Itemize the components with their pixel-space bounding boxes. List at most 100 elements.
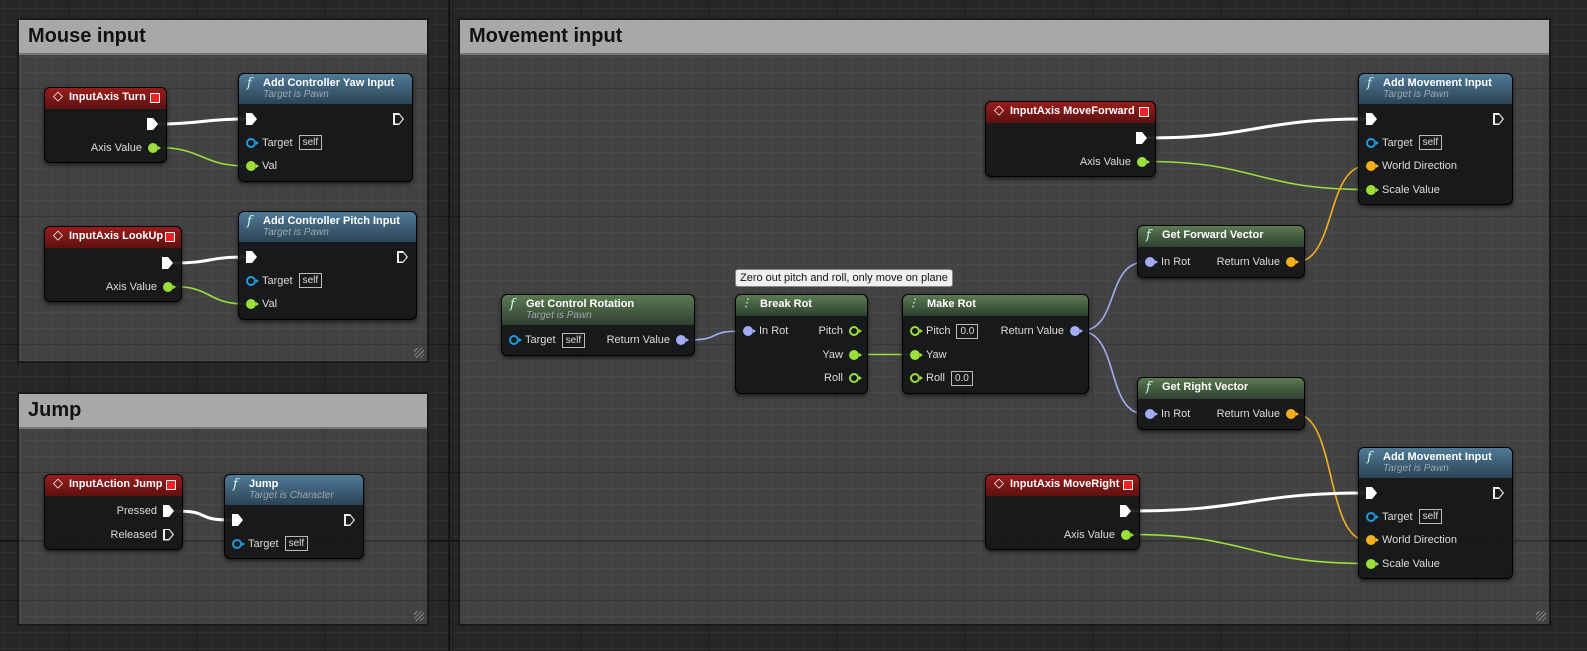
pin-target[interactable]: Target self xyxy=(246,135,323,151)
node-header[interactable]: ◇ InputAxis MoveForward xyxy=(986,102,1155,123)
exec-pin-icon[interactable] xyxy=(163,528,174,541)
resize-grip-icon[interactable] xyxy=(414,348,424,358)
float-pin-icon[interactable] xyxy=(1366,184,1379,195)
pin-exec[interactable] xyxy=(1136,130,1147,146)
pin-exec[interactable] xyxy=(1493,111,1504,127)
pin-exec[interactable] xyxy=(1493,485,1504,501)
pin-default-value[interactable]: self xyxy=(284,536,309,551)
pin-world-direction[interactable]: World Direction xyxy=(1366,532,1457,548)
rot-pin-icon[interactable] xyxy=(743,326,756,336)
node-header[interactable]: f Add Movement Input Target is Pawn xyxy=(1359,448,1512,478)
rot-pin-icon[interactable] xyxy=(676,335,689,345)
exec-pin-icon[interactable] xyxy=(232,514,243,526)
pin-exec[interactable] xyxy=(147,116,158,132)
exec-pin-icon[interactable] xyxy=(1120,505,1131,517)
exec-pin-icon[interactable] xyxy=(246,113,257,125)
pin-default-value[interactable]: 0.0 xyxy=(956,323,979,339)
pin-axis-value[interactable]: Axis Value xyxy=(1080,154,1150,170)
float-pin-icon[interactable] xyxy=(246,299,259,309)
pin-exec[interactable] xyxy=(1366,485,1377,501)
rot-pin-icon[interactable] xyxy=(1145,257,1158,267)
exec-pin-icon[interactable] xyxy=(393,113,404,125)
node-mr[interactable]: ◇ InputAxis MoveRight Axis Value xyxy=(985,474,1140,550)
comment-title[interactable]: Movement input xyxy=(460,20,1549,55)
pin-exec[interactable] xyxy=(162,255,173,271)
pin-pressed[interactable]: Pressed xyxy=(117,503,174,519)
vec-pin-icon[interactable] xyxy=(1366,161,1379,171)
float-pin-icon[interactable] xyxy=(910,326,923,336)
pin-return-value[interactable]: Return Value xyxy=(1001,323,1083,339)
exec-pin-icon[interactable] xyxy=(344,514,355,526)
vec-pin-icon[interactable] xyxy=(1286,257,1299,267)
pin-roll[interactable]: Roll 0.0 xyxy=(910,370,973,386)
pin-in-rot[interactable]: In Rot xyxy=(743,323,788,339)
exec-pin-icon[interactable] xyxy=(162,257,173,269)
float-pin-icon[interactable] xyxy=(246,161,259,171)
float-pin-icon[interactable] xyxy=(163,281,176,292)
float-pin-icon[interactable] xyxy=(1137,156,1150,167)
float-pin-icon[interactable] xyxy=(910,373,923,383)
pin-target[interactable]: Target self xyxy=(1366,135,1443,151)
vec-pin-icon[interactable] xyxy=(1286,409,1299,419)
pin-target[interactable]: Target self xyxy=(509,332,586,348)
pin-in-rot[interactable]: In Rot xyxy=(1145,254,1190,270)
pin-default-value[interactable]: self xyxy=(1418,509,1443,524)
pin-exec[interactable] xyxy=(246,111,257,127)
pin-in-rot[interactable]: In Rot xyxy=(1145,406,1190,422)
exec-pin-icon[interactable] xyxy=(246,251,257,263)
pin-exec[interactable] xyxy=(1120,503,1131,519)
float-pin-icon[interactable] xyxy=(849,349,862,360)
obj-pin-icon[interactable] xyxy=(1366,511,1379,522)
node-jumpfn[interactable]: f Jump Target is Character Target self xyxy=(224,474,364,559)
exec-pin-icon[interactable] xyxy=(1366,487,1377,499)
float-pin-icon[interactable] xyxy=(1366,558,1379,569)
comment-title[interactable]: Jump xyxy=(19,394,427,429)
pin-default-value[interactable]: self xyxy=(298,273,323,288)
pin-axis-value[interactable]: Axis Value xyxy=(91,140,161,156)
node-header[interactable]: ⫶ Make Rot xyxy=(903,295,1088,316)
rot-pin-icon[interactable] xyxy=(1070,326,1083,336)
pin-default-value[interactable]: self xyxy=(1418,135,1443,150)
comment-title[interactable]: Mouse input xyxy=(19,20,427,55)
pin-exec[interactable] xyxy=(246,249,257,265)
pin-default-value[interactable]: 0.0 xyxy=(950,370,973,386)
node-header[interactable]: f Jump Target is Character xyxy=(225,475,363,505)
vec-pin-icon[interactable] xyxy=(1366,535,1379,545)
node-mf[interactable]: ◇ InputAxis MoveForward Axis Value xyxy=(985,101,1156,177)
node-brk[interactable]: ⫶ Break Rot In Rot Pitch Yaw Roll xyxy=(735,294,868,394)
pin-target[interactable]: Target self xyxy=(246,273,323,289)
node-jumpin[interactable]: ◇ InputAction Jump Pressed Released xyxy=(44,474,183,550)
pin-yaw[interactable]: Yaw xyxy=(910,347,947,363)
node-gcr[interactable]: f Get Control Rotation Target is Pawn Targe… xyxy=(501,294,695,356)
pin-return-value[interactable]: Return Value xyxy=(607,332,689,348)
node-header[interactable]: f Add Controller Pitch Input Target is Paw… xyxy=(239,212,416,242)
node-pitch[interactable]: f Add Controller Pitch Input Target is Paw… xyxy=(238,211,417,320)
exec-pin-icon[interactable] xyxy=(1493,113,1504,125)
node-header[interactable]: f Get Forward Vector xyxy=(1138,226,1304,247)
exec-pin-icon[interactable] xyxy=(1366,113,1377,125)
node-header[interactable]: f Get Right Vector xyxy=(1138,378,1304,399)
pin-pitch[interactable]: Pitch 0.0 xyxy=(910,323,979,339)
pin-default-value[interactable]: self xyxy=(561,332,586,348)
pin-return-value[interactable]: Return Value xyxy=(1217,406,1299,422)
pin-return-value[interactable]: Return Value xyxy=(1217,254,1299,270)
obj-pin-icon[interactable] xyxy=(1366,137,1379,148)
pin-exec[interactable] xyxy=(1366,111,1377,127)
pin-scale-value[interactable]: Scale Value xyxy=(1366,182,1440,198)
float-pin-icon[interactable] xyxy=(1121,529,1134,540)
pin-yaw[interactable]: Yaw xyxy=(822,347,862,363)
exec-pin-icon[interactable] xyxy=(147,118,158,130)
node-header[interactable]: ◇ InputAxis MoveRight xyxy=(986,475,1139,496)
node-header[interactable]: ⫶ Break Rot xyxy=(736,295,867,316)
obj-pin-icon[interactable] xyxy=(246,137,259,148)
node-lookup[interactable]: ◇ InputAxis LookUp Axis Value xyxy=(44,226,182,302)
node-ami1[interactable]: f Add Movement Input Target is Pawn Target s… xyxy=(1358,73,1513,205)
float-pin-icon[interactable] xyxy=(910,349,923,360)
node-mk[interactable]: ⫶ Make Rot Pitch 0.0 Yaw Roll 0.0 Return Value xyxy=(902,294,1089,394)
pin-scale-value[interactable]: Scale Value xyxy=(1366,556,1440,572)
pin-default-value[interactable]: self xyxy=(298,135,323,150)
float-pin-icon[interactable] xyxy=(849,373,862,383)
obj-pin-icon[interactable] xyxy=(246,275,259,286)
node-gfv[interactable]: f Get Forward Vector In Rot Return Value xyxy=(1137,225,1305,278)
float-pin-icon[interactable] xyxy=(849,326,862,336)
